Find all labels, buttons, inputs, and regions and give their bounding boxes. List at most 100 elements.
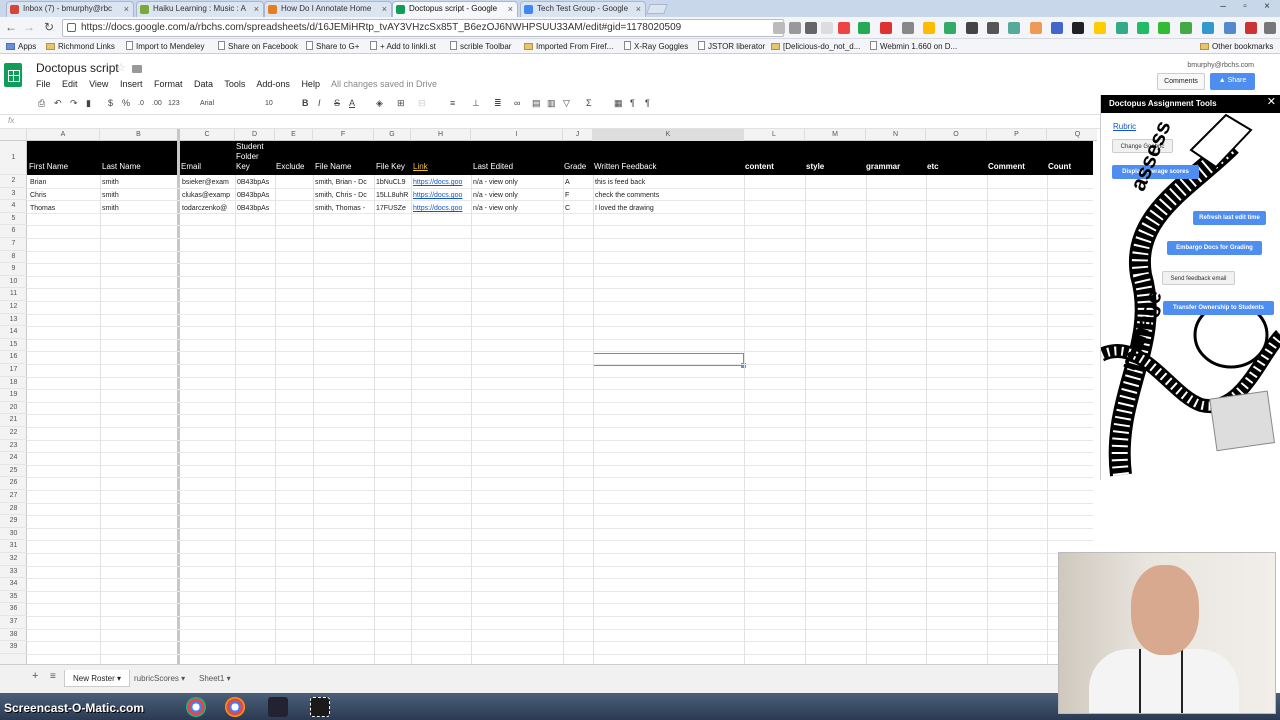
- extension-icon[interactable]: [1224, 22, 1236, 34]
- row-header[interactable]: 20: [0, 402, 27, 415]
- menu-addons[interactable]: Add-ons: [256, 79, 290, 89]
- row-header[interactable]: 5: [0, 213, 27, 226]
- maximize-button[interactable]: ▫: [1234, 0, 1256, 14]
- star-icon[interactable]: [821, 22, 833, 34]
- extension-icon[interactable]: [773, 22, 785, 34]
- star-icon[interactable]: ☆: [116, 61, 126, 74]
- print-icon[interactable]: ⎙: [38, 98, 45, 109]
- row-header[interactable]: 9: [0, 263, 27, 276]
- row-header[interactable]: 35: [0, 591, 27, 604]
- user-email[interactable]: bmurphy@rbchs.com: [1187, 62, 1254, 69]
- bookmark-item[interactable]: Webmin 1.660 on D...: [870, 39, 957, 54]
- extension-icon[interactable]: [966, 22, 978, 34]
- chrome-icon[interactable]: [186, 697, 206, 717]
- row-header[interactable]: 24: [0, 452, 27, 465]
- header-count[interactable]: Count: [1048, 162, 1071, 172]
- header-grade[interactable]: Grade: [564, 162, 586, 172]
- document-title[interactable]: Doctopus script: [36, 61, 119, 75]
- valign-icon[interactable]: ⊥: [472, 98, 480, 109]
- extension-icon[interactable]: [1008, 22, 1020, 34]
- row-header[interactable]: 39: [0, 641, 27, 654]
- extension-icon[interactable]: [1137, 22, 1149, 34]
- rubric-link[interactable]: Rubric: [1113, 122, 1136, 131]
- extension-icon[interactable]: [838, 22, 850, 34]
- row-header[interactable]: 25: [0, 465, 27, 478]
- screencast-icon[interactable]: [310, 697, 330, 717]
- paint-format-icon[interactable]: ▮: [86, 98, 91, 109]
- column-header[interactable]: F: [313, 129, 374, 141]
- sheet-tab-new-roster[interactable]: New Roster ▾: [64, 670, 131, 687]
- row-header[interactable]: 15: [0, 339, 27, 352]
- column-header[interactable]: C: [180, 129, 235, 141]
- header-last-edited[interactable]: Last Edited: [473, 162, 513, 172]
- header-first-name[interactable]: First Name: [29, 162, 68, 172]
- link-icon[interactable]: ∞: [514, 98, 520, 108]
- close-window-button[interactable]: ×: [1256, 0, 1278, 14]
- frozen-column-divider[interactable]: [177, 129, 180, 664]
- header-etc[interactable]: etc: [927, 162, 939, 172]
- increase-decimal-icon[interactable]: .00: [152, 100, 162, 107]
- bookmark-item[interactable]: Richmond Links: [46, 39, 115, 54]
- browser-tab-tech-test[interactable]: Tech Test Group - Google ×: [520, 1, 646, 17]
- font-dropdown[interactable]: Arial: [200, 100, 214, 107]
- row-header[interactable]: 1: [0, 141, 27, 175]
- column-header[interactable]: M: [805, 129, 866, 141]
- bookmark-item[interactable]: [Delicious-do_not_d...: [771, 39, 860, 54]
- bookmark-item[interactable]: Imported From Firef...: [524, 39, 613, 54]
- menu-tools[interactable]: Tools: [224, 79, 245, 89]
- italic-icon[interactable]: I: [318, 98, 321, 108]
- spreadsheet-grid[interactable]: A B C D E F G H I J K L M N O P Q 123456…: [0, 129, 1097, 664]
- fill-color-icon[interactable]: ◈: [376, 98, 383, 109]
- row-header[interactable]: 27: [0, 490, 27, 503]
- extension-icon[interactable]: [987, 22, 999, 34]
- extension-icon[interactable]: [805, 22, 817, 34]
- row-header[interactable]: 8: [0, 251, 27, 264]
- column-header[interactable]: I: [471, 129, 563, 141]
- column-header[interactable]: H: [411, 129, 471, 141]
- paragraph-icon[interactable]: ¶: [630, 98, 635, 108]
- text-color-icon[interactable]: A: [349, 98, 355, 108]
- menu-insert[interactable]: Insert: [120, 79, 143, 89]
- currency-icon[interactable]: $: [108, 98, 113, 108]
- minimize-button[interactable]: –: [1212, 0, 1234, 14]
- bookmark-item[interactable]: X-Ray Goggles: [624, 39, 688, 54]
- address-bar[interactable]: https://docs.google.com/a/rbchs.com/spre…: [62, 19, 784, 37]
- sheet-tab-sheet1[interactable]: Sheet1 ▾: [191, 670, 239, 687]
- sheet-tab-rubric-scores[interactable]: rubricScores ▾: [126, 670, 193, 687]
- browser-tab-annotate[interactable]: How Do I Annotate Home ×: [264, 1, 392, 17]
- header-email[interactable]: Email: [181, 162, 201, 172]
- row-header[interactable]: 10: [0, 276, 27, 289]
- header-file-name[interactable]: File Name: [315, 162, 351, 172]
- chart-icon[interactable]: ▥: [547, 98, 556, 109]
- folder-icon[interactable]: [132, 65, 142, 73]
- sheets-logo-icon[interactable]: [4, 63, 22, 87]
- column-header[interactable]: L: [744, 129, 805, 141]
- chrome-icon[interactable]: [225, 697, 245, 717]
- bookmark-apps[interactable]: Apps: [6, 39, 36, 54]
- row-header[interactable]: 29: [0, 515, 27, 528]
- close-icon[interactable]: ×: [124, 2, 129, 16]
- header-student-folder-key[interactable]: Folder: [236, 152, 259, 162]
- close-icon[interactable]: ×: [636, 2, 641, 16]
- menu-icon[interactable]: [1264, 22, 1276, 34]
- header-student-folder-key[interactable]: Student: [236, 142, 264, 152]
- row-header[interactable]: 26: [0, 477, 27, 490]
- row-header[interactable]: 34: [0, 578, 27, 591]
- bookmark-item[interactable]: Share on Facebook: [218, 39, 298, 54]
- header-grammar[interactable]: grammar: [866, 162, 900, 172]
- font-size-dropdown[interactable]: 10: [265, 100, 273, 107]
- menu-help[interactable]: Help: [301, 79, 320, 89]
- close-icon[interactable]: ×: [508, 2, 513, 16]
- borders-icon[interactable]: ⊞: [397, 98, 405, 109]
- select-all-corner[interactable]: [0, 129, 27, 141]
- browser-tab-gmail[interactable]: Inbox (7) - bmurphy@rbc ×: [6, 1, 134, 17]
- bookmark-item[interactable]: scrible Toolbar: [450, 39, 511, 54]
- search-icon[interactable]: [789, 22, 801, 34]
- close-icon[interactable]: ×: [382, 2, 387, 16]
- row-header[interactable]: 11: [0, 288, 27, 301]
- number-format-dropdown[interactable]: 123: [168, 100, 180, 107]
- extension-icon[interactable]: [1094, 22, 1106, 34]
- menu-format[interactable]: Format: [154, 79, 183, 89]
- row-header[interactable]: 38: [0, 629, 27, 642]
- column-header[interactable]: N: [866, 129, 926, 141]
